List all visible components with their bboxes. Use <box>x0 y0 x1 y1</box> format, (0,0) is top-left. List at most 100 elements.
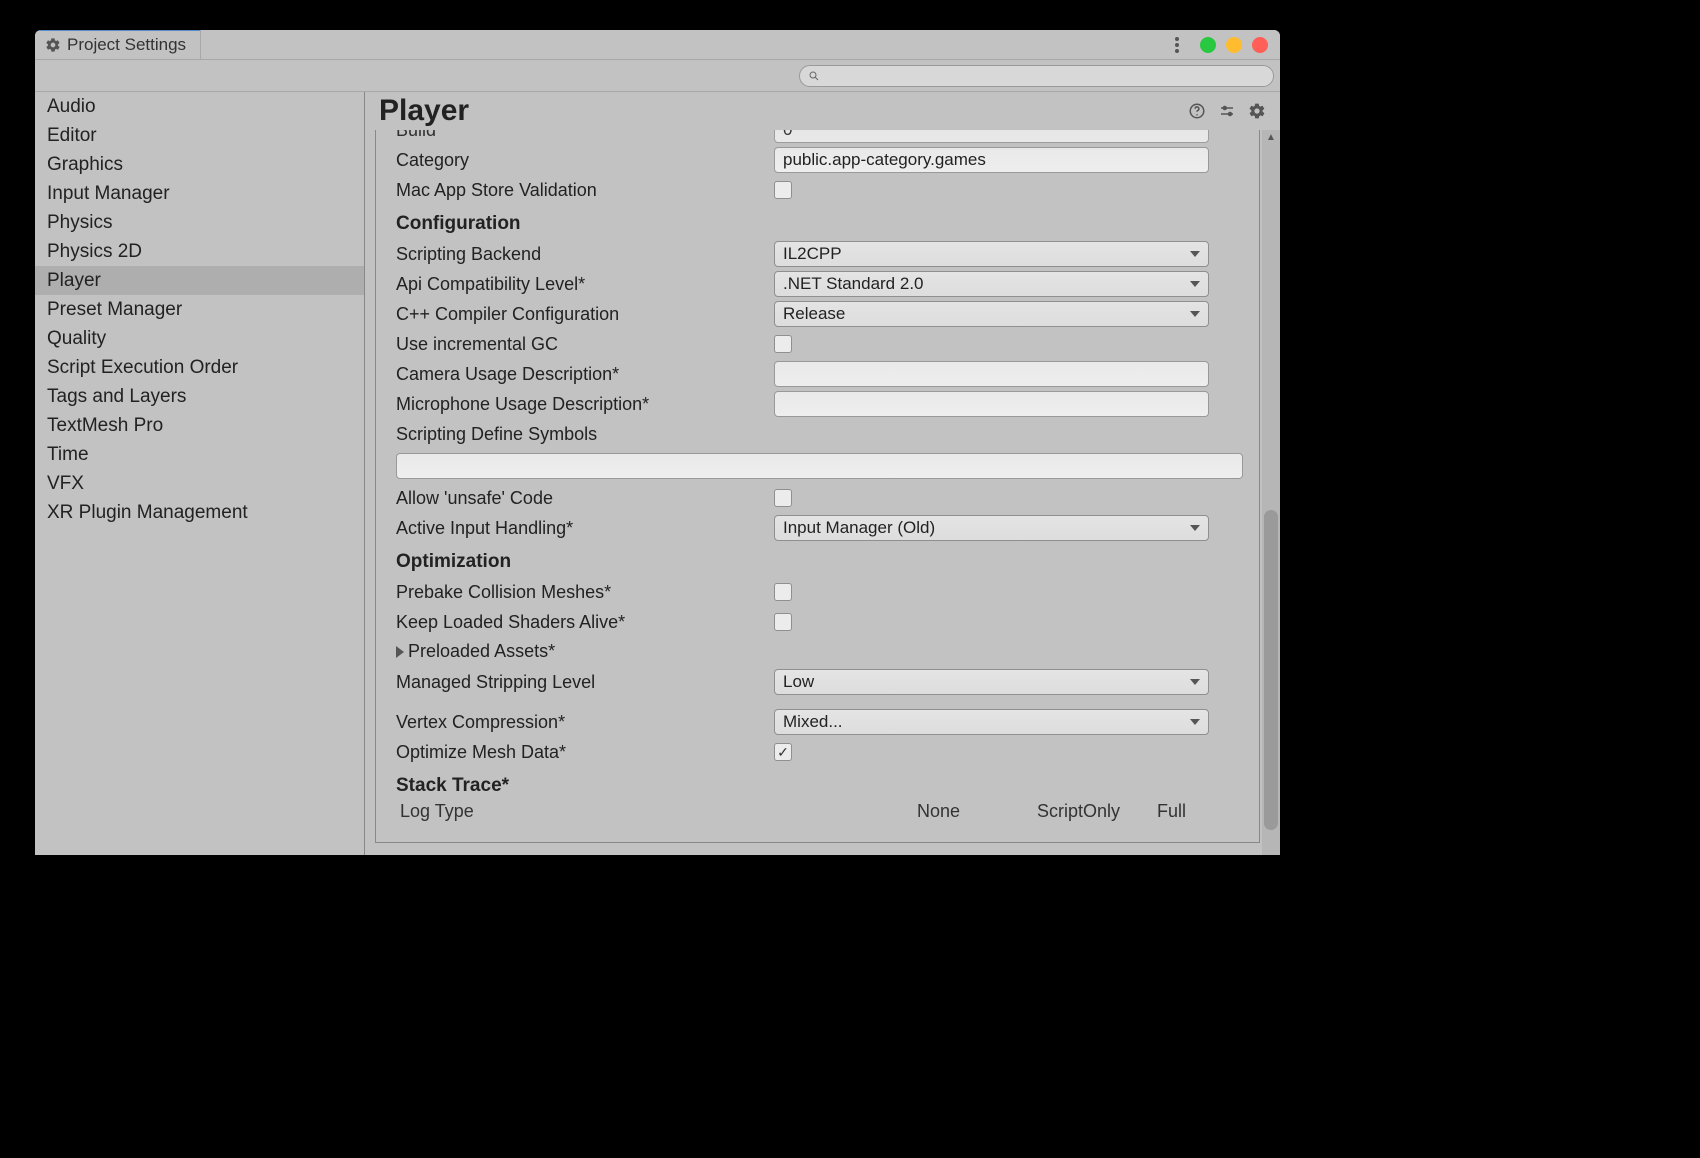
label-preloaded-assets: Preloaded Assets* <box>396 641 766 663</box>
chevron-down-icon <box>1190 719 1200 725</box>
dropdown-input-handling[interactable]: Input Manager (Old) <box>774 515 1209 541</box>
input-microphone-desc[interactable] <box>774 391 1209 417</box>
label-build: Build <box>396 130 766 141</box>
sidebar-item-quality[interactable]: Quality <box>35 324 364 353</box>
search-box[interactable] <box>799 65 1274 87</box>
label-api-compat: Api Compatibility Level* <box>396 274 766 295</box>
col-scriptonly: ScriptOnly <box>1037 801 1127 822</box>
stack-trace-header: Log Type None ScriptOnly Full <box>376 801 1259 822</box>
search-icon <box>808 70 820 82</box>
traffic-light-green[interactable] <box>1200 37 1216 53</box>
checkbox-allow-unsafe[interactable] <box>774 489 792 507</box>
dropdown-stripping-level[interactable]: Low <box>774 669 1209 695</box>
chevron-down-icon <box>1190 251 1200 257</box>
chevron-down-icon <box>1190 679 1200 685</box>
input-build[interactable] <box>774 130 1209 143</box>
sidebar-item-physics-2d[interactable]: Physics 2D <box>35 237 364 266</box>
row-preloaded-assets: Preloaded Assets* <box>376 637 1259 667</box>
row-camera-desc: Camera Usage Description* <box>376 359 1259 389</box>
dropdown-scripting-backend[interactable]: IL2CPP <box>774 241 1209 267</box>
window-controls <box>1170 36 1268 54</box>
input-define-symbols[interactable] <box>396 453 1243 479</box>
sidebar-item-physics[interactable]: Physics <box>35 208 364 237</box>
checkbox-prebake-collision[interactable] <box>774 583 792 601</box>
sidebar-item-textmesh-pro[interactable]: TextMesh Pro <box>35 411 364 440</box>
checkbox-optimize-mesh[interactable] <box>774 743 792 761</box>
checkbox-keep-shaders[interactable] <box>774 613 792 631</box>
row-incremental-gc: Use incremental GC <box>376 329 1259 359</box>
label-mac-store-validation: Mac App Store Validation <box>396 180 766 201</box>
preset-sliders-icon[interactable] <box>1218 102 1236 120</box>
row-allow-unsafe: Allow 'unsafe' Code <box>376 483 1259 513</box>
sidebar-item-graphics[interactable]: Graphics <box>35 150 364 179</box>
label-allow-unsafe: Allow 'unsafe' Code <box>396 488 766 509</box>
main-header: Player <box>365 92 1280 130</box>
scroll-up-arrow-icon[interactable]: ▲ <box>1262 130 1280 144</box>
scroll-content: Build Category Mac App Store Validation … <box>365 130 1260 855</box>
row-input-handling: Active Input Handling* Input Manager (Ol… <box>376 513 1259 543</box>
label-log-type: Log Type <box>376 801 746 822</box>
traffic-light-red[interactable] <box>1252 37 1268 53</box>
label-cpp-config: C++ Compiler Configuration <box>396 304 766 325</box>
search-input[interactable] <box>826 68 1265 83</box>
label-camera-desc: Camera Usage Description* <box>396 364 766 385</box>
row-api-compat: Api Compatibility Level* .NET Standard 2… <box>376 269 1259 299</box>
traffic-light-yellow[interactable] <box>1226 37 1242 53</box>
label-keep-shaders: Keep Loaded Shaders Alive* <box>396 612 766 633</box>
row-vertex-compression: Vertex Compression* Mixed... <box>376 707 1259 737</box>
row-category: Category <box>376 145 1259 175</box>
col-full: Full <box>1157 801 1247 822</box>
label-category: Category <box>396 150 766 171</box>
row-keep-shaders: Keep Loaded Shaders Alive* <box>376 607 1259 637</box>
titlebar: Project Settings <box>35 30 1280 60</box>
label-prebake-collision: Prebake Collision Meshes* <box>396 582 766 603</box>
kebab-icon[interactable] <box>1170 36 1184 54</box>
sidebar-item-player[interactable]: Player <box>35 266 364 295</box>
scroll-area: Build Category Mac App Store Validation … <box>365 130 1280 855</box>
row-stripping-level: Managed Stripping Level Low <box>376 667 1259 697</box>
input-category[interactable] <box>774 147 1209 173</box>
section-configuration: Configuration <box>376 205 1259 239</box>
label-optimize-mesh: Optimize Mesh Data* <box>396 742 766 763</box>
sidebar-item-vfx[interactable]: VFX <box>35 469 364 498</box>
dropdown-vertex-compression[interactable]: Mixed... <box>774 709 1209 735</box>
sidebar-item-audio[interactable]: Audio <box>35 92 364 121</box>
sidebar-item-preset-manager[interactable]: Preset Manager <box>35 295 364 324</box>
row-mac-store-validation: Mac App Store Validation <box>376 175 1259 205</box>
row-scripting-backend: Scripting Backend IL2CPP <box>376 239 1259 269</box>
sidebar-item-tags-and-layers[interactable]: Tags and Layers <box>35 382 364 411</box>
section-optimization: Optimization <box>376 543 1259 577</box>
label-input-handling: Active Input Handling* <box>396 518 766 539</box>
row-define-symbols-input <box>376 449 1259 483</box>
row-define-symbols-label: Scripting Define Symbols <box>376 419 1259 449</box>
sidebar-item-editor[interactable]: Editor <box>35 121 364 150</box>
sidebar-item-time[interactable]: Time <box>35 440 364 469</box>
tab-project-settings[interactable]: Project Settings <box>35 30 201 59</box>
row-cpp-config: C++ Compiler Configuration Release <box>376 299 1259 329</box>
checkbox-mac-store-validation[interactable] <box>774 181 792 199</box>
scrollbar-thumb[interactable] <box>1264 510 1278 830</box>
row-optimize-mesh: Optimize Mesh Data* <box>376 737 1259 767</box>
chevron-down-icon <box>1190 525 1200 531</box>
label-scripting-backend: Scripting Backend <box>396 244 766 265</box>
dropdown-cpp-config[interactable]: Release <box>774 301 1209 327</box>
label-microphone-desc: Microphone Usage Description* <box>396 394 766 415</box>
help-icon[interactable] <box>1188 102 1206 120</box>
checkbox-incremental-gc[interactable] <box>774 335 792 353</box>
foldout-preloaded-assets[interactable]: Preloaded Assets* <box>396 641 555 662</box>
label-define-symbols: Scripting Define Symbols <box>396 424 766 445</box>
settings-inner: Build Category Mac App Store Validation … <box>375 130 1260 843</box>
sidebar-item-input-manager[interactable]: Input Manager <box>35 179 364 208</box>
input-camera-desc[interactable] <box>774 361 1209 387</box>
tab-label: Project Settings <box>67 35 186 55</box>
main-panel: Player <box>365 92 1280 855</box>
section-stack-trace: Stack Trace* <box>376 767 1259 801</box>
gear-icon <box>45 37 61 53</box>
sidebar-item-script-execution-order[interactable]: Script Execution Order <box>35 353 364 382</box>
chevron-down-icon <box>1190 311 1200 317</box>
dropdown-api-compat[interactable]: .NET Standard 2.0 <box>774 271 1209 297</box>
settings-gear-icon[interactable] <box>1248 102 1266 120</box>
vertical-scrollbar[interactable]: ▲ <box>1262 130 1280 855</box>
sidebar-item-xr-plugin-management[interactable]: XR Plugin Management <box>35 498 364 527</box>
label-vertex-compression: Vertex Compression* <box>396 712 766 733</box>
